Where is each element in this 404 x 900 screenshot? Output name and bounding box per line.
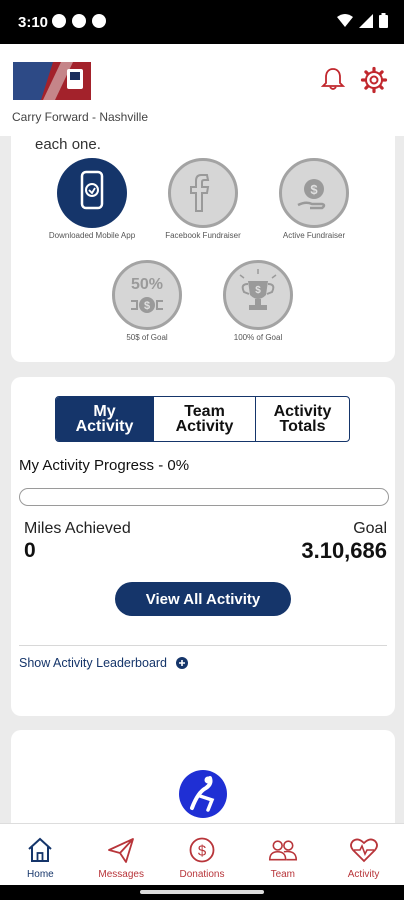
- nav-activity[interactable]: Activity: [323, 824, 404, 885]
- badge-label: Active Fundraiser: [282, 231, 346, 240]
- badge-facebook-fundraiser[interactable]: Facebook Fundraiser: [153, 158, 253, 240]
- home-icon: [28, 837, 53, 862]
- settings-notification-icon: [92, 14, 106, 28]
- messenger-icon: [52, 14, 66, 28]
- app-header: Carry Forward - Nashville: [0, 44, 404, 136]
- tab-activity-totals[interactable]: Activity Totals: [256, 397, 349, 441]
- nav-label: Activity: [347, 869, 380, 880]
- divider: [19, 645, 387, 646]
- mobile-app-icon: [57, 158, 127, 228]
- bottom-navigation: Home Messages $ Donations Team Activity: [0, 823, 404, 885]
- badge-fifty-percent[interactable]: 50% $ 50$ of Goal: [97, 260, 197, 342]
- nav-donations[interactable]: $ Donations: [162, 824, 243, 885]
- wifi-icon: [337, 13, 353, 27]
- tab-my-activity[interactable]: My Activity: [56, 397, 154, 441]
- show-leaderboard-link[interactable]: Show Activity Leaderboard: [19, 656, 189, 670]
- badge-label: 100% of Goal: [233, 333, 283, 342]
- dollar-circle-icon: $: [189, 837, 215, 863]
- signal-icon: [359, 13, 373, 28]
- svg-text:$: $: [255, 285, 261, 296]
- badge-hundred-percent[interactable]: $ 100% of Goal: [208, 260, 308, 342]
- activity-progress-label: My Activity Progress - 0%: [19, 457, 190, 474]
- badge-label: Facebook Fundraiser: [165, 231, 241, 240]
- badge-mobile-app[interactable]: Downloaded Mobile App: [42, 158, 142, 240]
- svg-text:$: $: [310, 182, 318, 197]
- activity-progress-bar: [19, 488, 389, 506]
- miles-achieved-value: 0: [24, 539, 36, 562]
- fifty-percent-text: 50%: [131, 276, 163, 293]
- goal-label: Goal: [353, 520, 387, 537]
- leaderboard-label: Show Activity Leaderboard: [19, 656, 168, 670]
- badge-active-fundraiser[interactable]: $ Active Fundraiser: [264, 158, 364, 240]
- badge-label: 50$ of Goal: [126, 333, 168, 342]
- team-name: Carry Forward - Nashville: [12, 110, 149, 124]
- nav-team[interactable]: Team: [242, 824, 323, 885]
- svg-text:$: $: [144, 300, 150, 312]
- people-icon: [268, 840, 297, 861]
- activity-card: My Activity Team Activity Activity Total…: [11, 377, 395, 716]
- paper-plane-icon: [108, 838, 135, 863]
- nav-messages[interactable]: Messages: [81, 824, 162, 885]
- facebook-icon: [168, 158, 238, 228]
- notification-bell-icon[interactable]: [320, 66, 346, 92]
- nav-label: Team: [270, 869, 296, 880]
- settings-gear-icon[interactable]: [360, 66, 388, 94]
- notification-icons: [52, 14, 106, 28]
- app-notification-icon: [72, 14, 86, 28]
- achievements-intro: each one.: [35, 136, 101, 153]
- badge-label: Downloaded Mobile App: [48, 231, 136, 240]
- nav-label: Messages: [98, 869, 144, 880]
- dollar-hand-icon: $: [279, 158, 349, 228]
- activity-tabs: My Activity Team Activity Activity Total…: [55, 396, 350, 442]
- sponsor-logo: [179, 770, 227, 818]
- plus-circle-icon: [176, 657, 189, 669]
- miles-achieved-label: Miles Achieved: [24, 520, 131, 537]
- battery-icon: [379, 13, 388, 28]
- achievements-card: each one. Downloaded Mobile App Facebook…: [11, 128, 395, 362]
- goal-value: 3.10,686: [301, 538, 387, 563]
- team-logo: [13, 62, 91, 100]
- nav-home[interactable]: Home: [0, 824, 81, 885]
- view-all-activity-button[interactable]: View All Activity: [115, 582, 291, 616]
- system-icons: [337, 13, 388, 28]
- nav-label: Donations: [179, 869, 225, 880]
- home-indicator[interactable]: [140, 890, 264, 894]
- nav-label: Home: [27, 869, 54, 880]
- heartbeat-icon: [349, 838, 378, 863]
- status-time: 3:10: [18, 14, 49, 31]
- svg-text:$: $: [198, 843, 207, 860]
- fifty-percent-icon: 50% $: [112, 260, 182, 330]
- trophy-icon: $: [223, 260, 293, 330]
- tab-team-activity[interactable]: Team Activity: [154, 397, 256, 441]
- status-bar: 3:10: [0, 0, 404, 44]
